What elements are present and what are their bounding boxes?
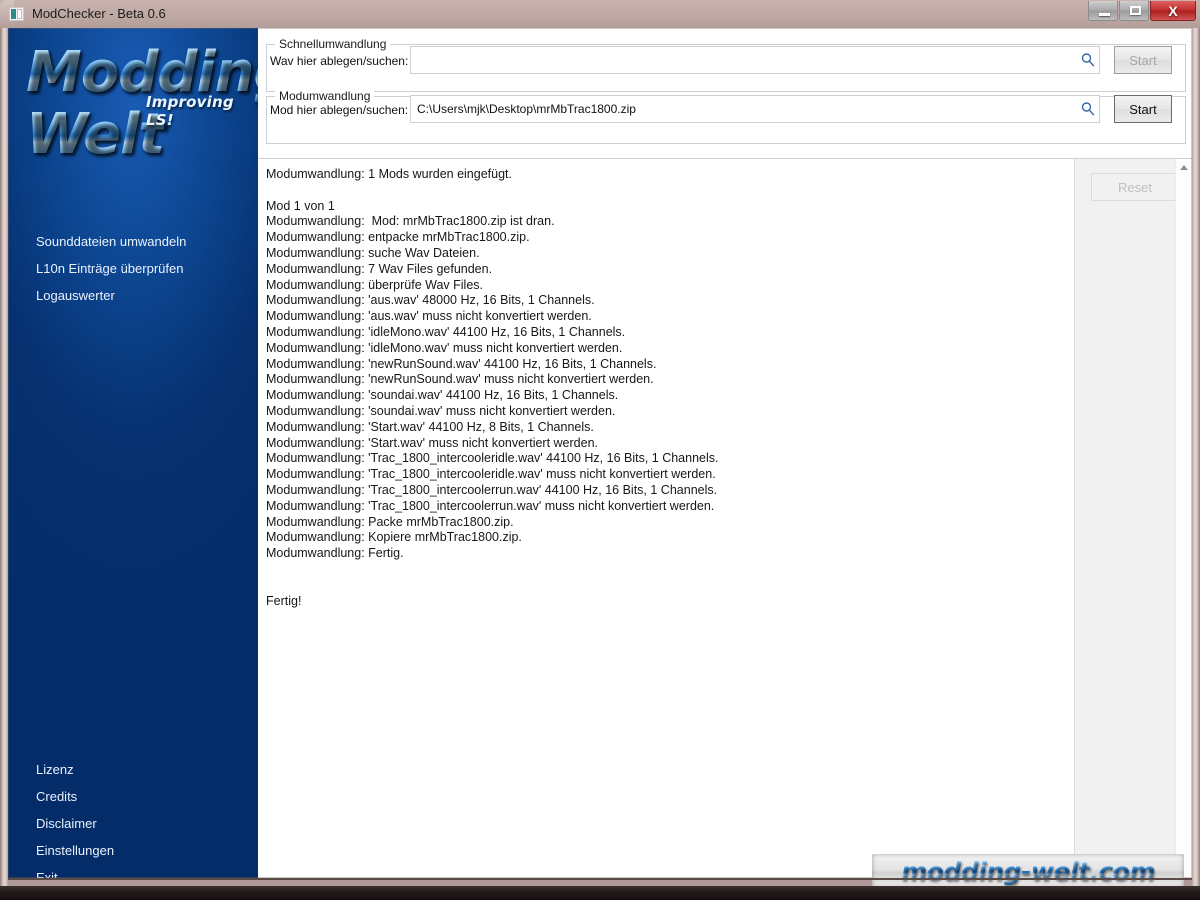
mod-field-label: Mod hier ablegen/suchen: bbox=[270, 103, 408, 117]
window-title: ModChecker - Beta 0.6 bbox=[32, 6, 166, 21]
log-line: Modumwandlung: Mod: mrMbTrac1800.zip ist… bbox=[266, 214, 1068, 230]
log-line: Modumwandlung: suche Wav Dateien. bbox=[266, 246, 1068, 262]
window-frame-bottom bbox=[0, 886, 1200, 900]
close-icon: X bbox=[1151, 3, 1195, 19]
window-frame-left bbox=[0, 28, 8, 886]
quick-browse-search-icon[interactable] bbox=[1077, 47, 1099, 73]
group-modumwandlung-legend: Modumwandlung bbox=[275, 89, 374, 103]
scroll-up-arrow-icon[interactable] bbox=[1180, 165, 1188, 170]
app-window: ModChecker - Beta 0.6 X Modding Modding … bbox=[0, 0, 1200, 886]
mod-start-button[interactable]: Start bbox=[1114, 95, 1172, 123]
logo-line2: Welt bbox=[26, 102, 164, 167]
sidebar-item-logauswerter[interactable]: Logauswerter bbox=[8, 282, 258, 309]
group-schnellumwandlung-legend: Schnellumwandlung bbox=[275, 37, 390, 51]
window-frame-inner-line bbox=[8, 878, 1192, 880]
sidebar: Modding Modding Welt Welt Improving LS! … bbox=[8, 28, 258, 878]
sidebar-item-l10n-eintraege-ueberpruefen[interactable]: L10n Einträge überprüfen bbox=[8, 255, 258, 282]
log-line: Modumwandlung: 'soundai.wav' muss nicht … bbox=[266, 404, 1068, 420]
watermark-text: modding-welt.com bbox=[901, 857, 1155, 886]
log-line: Modumwandlung: 'aus.wav' muss nicht konv… bbox=[266, 309, 1068, 325]
action-side-panel: Reset bbox=[1074, 159, 1176, 878]
sidebar-item-exit[interactable]: Exit bbox=[8, 864, 258, 878]
log-line: Modumwandlung: 'Trac_1800_intercooleridl… bbox=[266, 451, 1068, 467]
log-line: Modumwandlung: 'newRunSound.wav' muss ni… bbox=[266, 372, 1068, 388]
mod-path-input[interactable]: C:\Users\mjk\Desktop\mrMbTrac1800.zip bbox=[411, 102, 1077, 116]
log-line: Modumwandlung: 'Start.wav' muss nicht ko… bbox=[266, 436, 1068, 452]
quick-start-button[interactable]: Start bbox=[1114, 46, 1172, 74]
sidebar-item-lizenz[interactable]: Lizenz bbox=[8, 756, 258, 783]
log-line bbox=[266, 578, 1068, 594]
close-button[interactable]: X bbox=[1150, 1, 1196, 21]
sidebar-nav-top: Sounddateien umwandeln L10n Einträge übe… bbox=[8, 228, 258, 309]
maximize-icon bbox=[1130, 6, 1141, 15]
sidebar-item-credits[interactable]: Credits bbox=[8, 783, 258, 810]
log-line: Modumwandlung: Fertig. bbox=[266, 546, 1068, 562]
content-pane: Schnellumwandlung Wav hier ablegen/suche… bbox=[258, 28, 1192, 878]
log-line: Modumwandlung: 'idleMono.wav' muss nicht… bbox=[266, 341, 1068, 357]
minimize-button[interactable] bbox=[1088, 1, 1118, 21]
watermark-badge: modding-welt.com bbox=[872, 854, 1184, 888]
log-line: Fertig! bbox=[266, 594, 1068, 610]
log-line: Modumwandlung: 7 Wav Files gefunden. bbox=[266, 262, 1068, 278]
log-line bbox=[266, 183, 1068, 199]
window-controls: X bbox=[1087, 1, 1196, 21]
log-line: Modumwandlung: überprüfe Wav Files. bbox=[266, 278, 1068, 294]
log-line: Modumwandlung: Kopiere mrMbTrac1800.zip. bbox=[266, 530, 1068, 546]
app-icon bbox=[9, 7, 24, 21]
log-line: Modumwandlung: entpacke mrMbTrac1800.zip… bbox=[266, 230, 1068, 246]
log-line: Modumwandlung: 'Trac_1800_intercooleridl… bbox=[266, 467, 1068, 483]
log-line: Modumwandlung: 'idleMono.wav' 44100 Hz, … bbox=[266, 325, 1068, 341]
log-vertical-scrollbar[interactable] bbox=[1175, 159, 1193, 878]
log-line: Modumwandlung: Packe mrMbTrac1800.zip. bbox=[266, 515, 1068, 531]
log-output: Modumwandlung: 1 Mods wurden eingefügt. … bbox=[266, 167, 1068, 609]
log-line: Modumwandlung: 1 Mods wurden eingefügt. bbox=[266, 167, 1068, 183]
mod-path-input-wrapper[interactable]: C:\Users\mjk\Desktop\mrMbTrac1800.zip bbox=[410, 95, 1100, 123]
sidebar-nav-bottom: Lizenz Credits Disclaimer Einstellungen … bbox=[8, 756, 258, 878]
maximize-button[interactable] bbox=[1119, 1, 1149, 21]
quick-path-input-wrapper[interactable] bbox=[410, 46, 1100, 74]
log-line: Modumwandlung: 'Trac_1800_intercoolerrun… bbox=[266, 483, 1068, 499]
sidebar-item-einstellungen[interactable]: Einstellungen bbox=[8, 837, 258, 864]
log-line: Modumwandlung: 'aus.wav' 48000 Hz, 16 Bi… bbox=[266, 293, 1068, 309]
sidebar-item-disclaimer[interactable]: Disclaimer bbox=[8, 810, 258, 837]
quick-field-label: Wav hier ablegen/suchen: bbox=[270, 54, 408, 68]
log-panel[interactable]: Modumwandlung: 1 Mods wurden eingefügt. … bbox=[258, 159, 1074, 878]
title-bar[interactable]: ModChecker - Beta 0.6 X bbox=[0, 0, 1200, 29]
log-line: Modumwandlung: 'newRunSound.wav' 44100 H… bbox=[266, 357, 1068, 373]
mod-browse-search-icon[interactable] bbox=[1077, 96, 1099, 122]
reset-button[interactable]: Reset bbox=[1091, 173, 1179, 201]
logo-tagline: Improving LS! bbox=[146, 93, 258, 129]
log-line bbox=[266, 562, 1068, 578]
log-line: Modumwandlung: 'soundai.wav' 44100 Hz, 1… bbox=[266, 388, 1068, 404]
sidebar-item-sounddateien-umwandeln[interactable]: Sounddateien umwandeln bbox=[8, 228, 258, 255]
log-line: Mod 1 von 1 bbox=[266, 199, 1068, 215]
minimize-icon bbox=[1099, 13, 1110, 16]
app-logo: Modding Modding Welt Welt Improving LS! bbox=[20, 36, 258, 181]
log-line: Modumwandlung: 'Trac_1800_intercoolerrun… bbox=[266, 499, 1068, 515]
log-line: Modumwandlung: 'Start.wav' 44100 Hz, 8 B… bbox=[266, 420, 1068, 436]
window-frame-right bbox=[1192, 28, 1200, 886]
